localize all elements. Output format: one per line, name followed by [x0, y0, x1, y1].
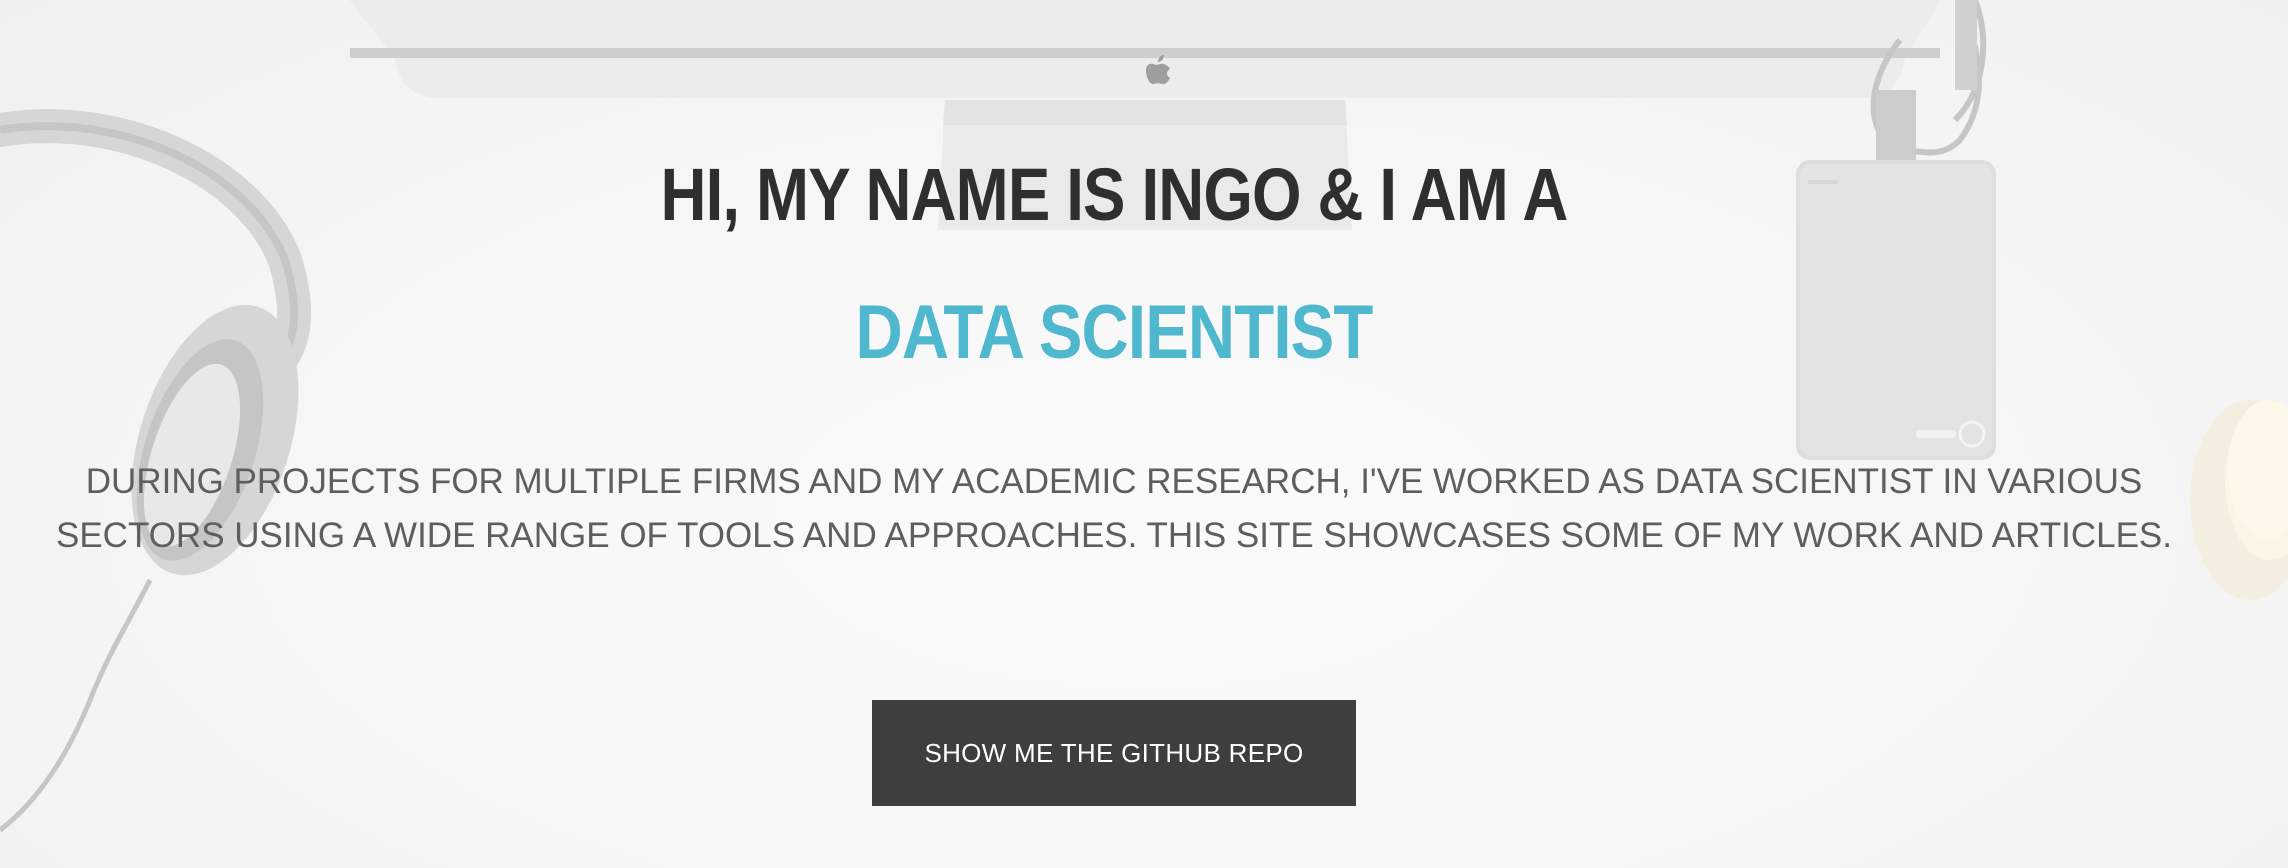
hero-intro-text: DURING PROJECTS FOR MULTIPLE FIRMS AND M…: [55, 462, 2172, 555]
github-repo-button[interactable]: SHOW ME THE GITHUB REPO: [872, 700, 1356, 806]
hero-section: HI, MY NAME IS INGO & I AM A DATA SCIENT…: [0, 0, 2288, 868]
hero-role-title: DATA SCIENTIST: [855, 290, 1374, 375]
hero-content: HI, MY NAME IS INGO & I AM A DATA SCIENT…: [0, 0, 2288, 868]
hero-headline: HI, MY NAME IS INGO & I AM A: [660, 153, 1568, 236]
